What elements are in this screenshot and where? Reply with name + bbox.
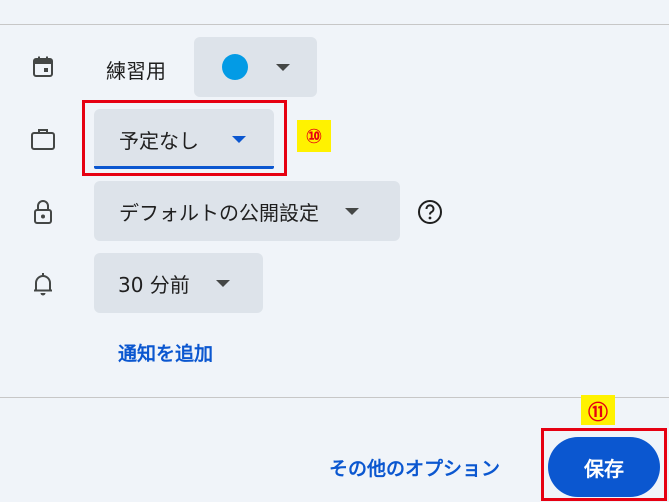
calendar-color-swatch [222,54,248,80]
calendar-icon [29,53,57,81]
notification-dropdown[interactable]: 30 分前 [94,253,263,313]
help-icon[interactable] [416,198,444,226]
callout-10: ⑩ [297,120,331,152]
bottom-divider [0,397,669,398]
top-divider [0,24,669,25]
callout-11: ⑪ [581,395,615,425]
visibility-dropdown[interactable]: デフォルトの公開設定 [94,181,400,241]
briefcase-icon [29,125,57,153]
chevron-down-icon [345,207,359,215]
calendar-label: 練習用 [106,59,166,83]
more-options-button[interactable]: その他のオプション [329,454,500,481]
calendar-color-dropdown[interactable] [194,37,317,97]
chevron-down-icon [276,63,290,71]
bell-icon [29,270,57,298]
highlight-box-10 [82,100,287,176]
highlight-box-11 [541,428,667,501]
add-notification-link[interactable]: 通知を追加 [118,339,213,366]
visibility-value: デフォルトの公開設定 [119,200,319,225]
notification-value: 30 分前 [118,272,190,297]
chevron-down-icon [215,279,230,287]
lock-icon [29,198,57,226]
